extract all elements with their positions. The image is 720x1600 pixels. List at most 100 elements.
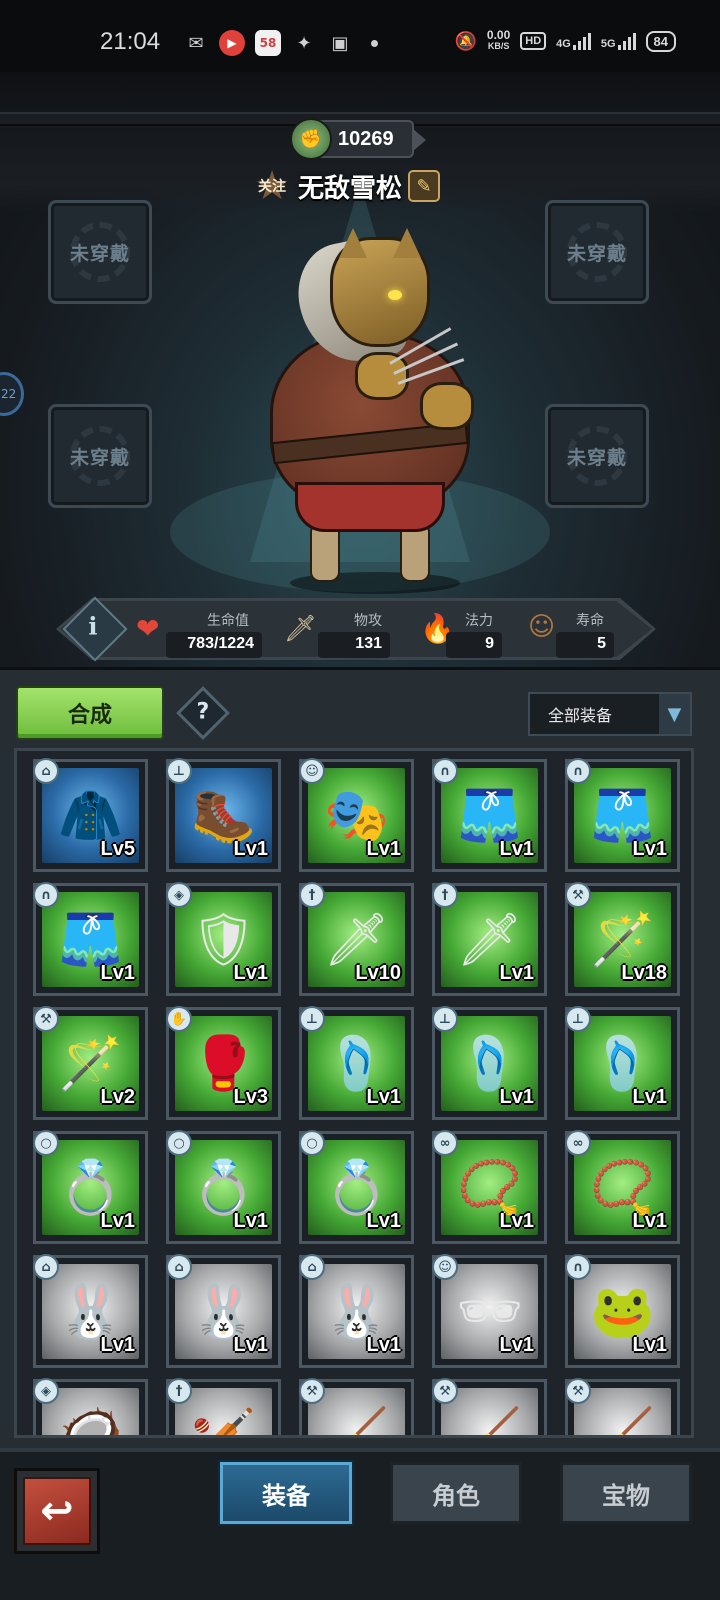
equipment-filter-dropdown[interactable]: 全部装备 ▼: [528, 692, 692, 736]
item-tile: 🐰 Lv1: [175, 1264, 272, 1359]
follow-button[interactable]: ★ 关注: [252, 166, 292, 206]
inventory-item[interactable]: 🐰 Lv1 ⌂: [299, 1254, 414, 1368]
edit-name-button[interactable]: ✎: [408, 170, 441, 202]
inventory-item[interactable]: 📿 Lv1 ∞: [432, 1130, 547, 1244]
inventory-item[interactable]: 🪄 Lv18 ⚒: [565, 882, 680, 996]
item-tile: 🥾 Lv1: [175, 768, 272, 863]
item-tile: 🕶 Lv1: [441, 1264, 538, 1359]
item-level: Lv1: [632, 1334, 667, 1356]
life-label: 寿命: [576, 613, 604, 629]
item-tile: 🧥 Lv5: [42, 768, 139, 863]
info-icon: i: [88, 611, 98, 641]
inventory-item[interactable]: 💍 Lv1 ○: [166, 1130, 281, 1244]
player-name: 无敌雪松: [298, 173, 403, 204]
inventory-grid: 🧥 Lv5 ⌂ 🥾 Lv1 ⊥ 🎭 Lv1 ☺ 🩳 Lv1 ∩ 🩳 Lv1 ∩ 🩳 Lv1 ∩ 🛡 Lv1 ◈ 🗡 Lv10…: [33, 758, 680, 1435]
inventory-item[interactable]: 🧹 ⚒: [432, 1378, 547, 1435]
more-notifications-dot: [371, 39, 378, 47]
inventory-item[interactable]: 🛡 Lv1 ◈: [166, 882, 281, 996]
slot-type-boot-icon: ⊥: [166, 758, 192, 784]
sword-stat-icon: 🗡: [284, 614, 318, 644]
slot-type-staff-icon: ⚒: [33, 1006, 59, 1032]
atk-value: 131: [318, 632, 390, 658]
inventory-item[interactable]: 🗡 Lv1 †: [432, 882, 547, 996]
tab-equipment[interactable]: 装备: [220, 1462, 352, 1524]
status-time: 21:04: [100, 28, 161, 55]
inventory-grid-frame[interactable]: 🧥 Lv5 ⌂ 🥾 Lv1 ⊥ 🎭 Lv1 ☺ 🩳 Lv1 ∩ 🩳 Lv1 ∩ 🩳 Lv1 ∩ 🛡 Lv1 ◈ 🗡 Lv10…: [14, 748, 694, 1438]
inventory-item[interactable]: 💍 Lv1 ○: [299, 1130, 414, 1244]
item-level: Lv3: [233, 1086, 268, 1108]
signal-5g-label: 5G: [600, 38, 616, 50]
lifespan-head-icon: ☺: [528, 612, 556, 642]
inventory-item[interactable]: 🕶 Lv1 ☺: [432, 1254, 547, 1368]
inventory-item[interactable]: 🎭 Lv1 ☺: [299, 758, 414, 872]
inventory-item[interactable]: 🥊 Lv3 ✋: [166, 1006, 281, 1120]
item-tile: 🪄 Lv18: [574, 892, 671, 987]
heart-icon: ❤: [136, 612, 160, 645]
net-speed-value: 0.00: [486, 28, 511, 42]
item-level: Lv1: [100, 1334, 135, 1356]
item-level: Lv1: [233, 838, 268, 860]
hp-label: 生命值: [207, 613, 249, 629]
inventory-item[interactable]: 🥾 Lv1 ⊥: [166, 758, 281, 872]
slot-label: 未穿戴: [69, 446, 130, 469]
equip-slot-top-left[interactable]: 未穿戴: [48, 200, 152, 304]
inventory-item[interactable]: 🪄 Lv2 ⚒: [33, 1006, 148, 1120]
inventory-item[interactable]: 🥥 ◈: [33, 1378, 148, 1435]
back-button[interactable]: ↩: [14, 1468, 100, 1554]
item-level: Lv1: [499, 838, 534, 860]
item-level: Lv18: [621, 962, 667, 984]
inventory-item[interactable]: 📿 Lv1 ∞: [565, 1130, 680, 1244]
character-hand-left: [355, 352, 409, 400]
inventory-item[interactable]: 🩴 Lv1 ⊥: [565, 1006, 680, 1120]
slot-type-pants-icon: ∩: [565, 1254, 591, 1280]
side-tab-label: 22: [1, 387, 17, 401]
item-level: Lv1: [499, 962, 534, 984]
player-character[interactable]: [260, 228, 490, 602]
inventory-item[interactable]: 💍 Lv1 ○: [33, 1130, 148, 1244]
inventory-item[interactable]: 🩴 Lv1 ⊥: [299, 1006, 414, 1120]
equip-slot-bottom-left[interactable]: 未穿戴: [48, 404, 152, 508]
fist-badge-icon: ✊: [290, 118, 332, 160]
equip-slot-top-right[interactable]: 未穿戴: [545, 200, 649, 304]
character-hand-right: [420, 382, 474, 430]
item-tile: 🐸 Lv1: [574, 1264, 671, 1359]
inventory-item[interactable]: 🐰 Lv1 ⌂: [166, 1254, 281, 1368]
item-tile: 🥊 Lv3: [175, 1016, 272, 1111]
inventory-item[interactable]: 🧥 Lv5 ⌂: [33, 758, 148, 872]
inventory-item[interactable]: 🧹 ⚒: [565, 1378, 680, 1435]
slot-type-hat-icon: ⌂: [166, 1254, 192, 1280]
inventory-item[interactable]: 🩳 Lv1 ∩: [432, 758, 547, 872]
item-tile: 🩳 Lv1: [42, 892, 139, 987]
slot-type-sword-icon: †: [166, 1378, 192, 1404]
inventory-item[interactable]: 🗡 Lv10 †: [299, 882, 414, 996]
chevron-down-icon: ▼: [658, 694, 690, 734]
tv-app-icon: ▣: [331, 32, 349, 54]
item-level: Lv1: [632, 1086, 667, 1108]
inventory-item[interactable]: 🐸 Lv1 ∩: [565, 1254, 680, 1368]
equip-slot-bottom-right[interactable]: 未穿戴: [545, 404, 649, 508]
inventory-item[interactable]: 🩳 Lv1 ∩: [33, 882, 148, 996]
item-level: Lv1: [499, 1334, 534, 1356]
inventory-item[interactable]: 🩴 Lv1 ⊥: [432, 1006, 547, 1120]
inventory-item[interactable]: 🩳 Lv1 ∩: [565, 758, 680, 872]
inventory-item[interactable]: 🏏 †: [166, 1378, 281, 1435]
item-tile: 💍 Lv1: [175, 1140, 272, 1235]
inventory-item[interactable]: 🐰 Lv1 ⌂: [33, 1254, 148, 1368]
system-nav-bar: [0, 1568, 720, 1600]
item-tile: 🩴 Lv1: [308, 1016, 405, 1111]
item-tile: 🎭 Lv1: [308, 768, 405, 863]
compose-button[interactable]: 合成: [16, 686, 164, 740]
item-tile: 📿 Lv1: [441, 1140, 538, 1235]
battery-indicator: 84: [645, 30, 676, 52]
character-mask: [330, 228, 430, 347]
follow-label: 关注: [258, 179, 286, 195]
hp-value: 783/1224: [166, 632, 262, 658]
tab-treasure[interactable]: 宝物: [560, 1462, 692, 1524]
item-level: Lv1: [632, 838, 667, 860]
tab-character[interactable]: 角色: [390, 1462, 522, 1524]
side-tab[interactable]: 22: [0, 372, 24, 416]
notification-icons: ✉ ▶ 58 ✦ ▣: [183, 30, 378, 56]
inventory-item[interactable]: 🧹 ⚒: [299, 1378, 414, 1435]
item-tile: 🩳 Lv1: [574, 768, 671, 863]
pencil-icon: ✎: [416, 175, 432, 197]
